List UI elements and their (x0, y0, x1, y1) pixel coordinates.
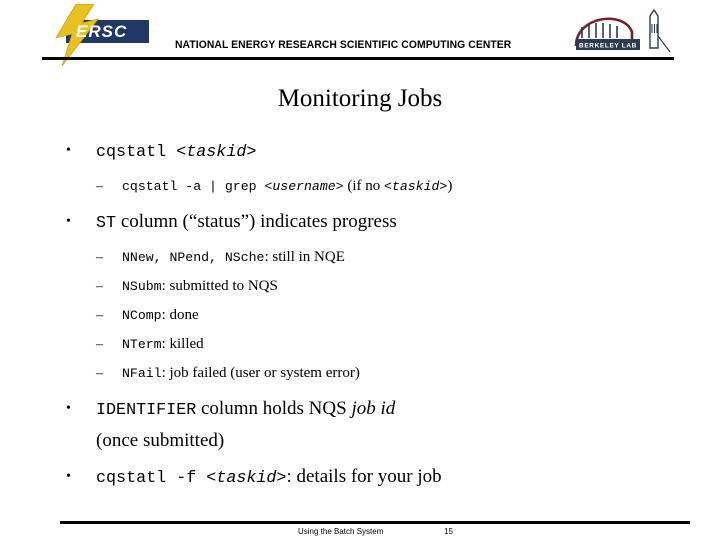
bullet-text-run: <taskid> (384, 179, 448, 194)
bullet-text-run: cqstatl -f (96, 469, 207, 488)
bullet-text-run: : killed (161, 336, 204, 352)
footer-deck-title: Using the Batch System (298, 527, 384, 536)
bullet-marker-dash: – (96, 179, 103, 194)
organization-title: NATIONAL ENERGY RESEARCH SCIENTIFIC COMP… (175, 39, 512, 51)
bullet-marker-dot: • (66, 143, 71, 158)
bullet-text-run: <username> (264, 179, 344, 194)
bullet-item-level-2: – NComp: done (0, 304, 720, 327)
slide-header: ERSC BERKELEY LAB NATIONAL ENERGY RESEAR… (0, 0, 720, 66)
bullet-text-run: NNew, NPend, NSche (122, 250, 265, 265)
bullet-text-run: <taskid> (176, 143, 257, 162)
footer-page-number: 15 (444, 527, 453, 536)
bullet-marker-dash: – (96, 279, 103, 294)
bullet-text-run: <taskid> (206, 469, 287, 488)
bullet-item-level-2: – NFail: job failed (user or system error… (0, 362, 720, 385)
bullet-text-run: (once submitted) (96, 430, 225, 451)
bullet-marker-dot: • (66, 469, 71, 484)
page-title: Monitoring Jobs (277, 85, 443, 112)
bullet-marker-dot: • (66, 401, 71, 416)
bullet-text-run: NFail (122, 366, 162, 381)
bullet-item-level-1: • cqstatl -f <taskid>: details for your … (0, 464, 720, 492)
bullet-item-level-1: • IDENTIFIER column holds NQS job id (0, 396, 720, 424)
footer-divider (60, 521, 690, 524)
bullet-text-run: cqstatl -a | grep (122, 179, 265, 194)
bullet-text-run: NComp (122, 308, 162, 323)
svg-text:BERKELEY LAB: BERKELEY LAB (579, 42, 637, 49)
bullet-text-run: IDENTIFIER (96, 401, 197, 420)
slide-body: • cqstatl <taskid> – cqstatl -a | grep <use… (0, 138, 720, 492)
bullet-text-run: (if no (343, 178, 385, 194)
bullet-text-run: column holds NQS (196, 398, 352, 419)
bullet-item-level-2: – NTerm: killed (0, 333, 720, 356)
bullet-text-run: NSubm (122, 279, 162, 294)
bullet-text-run: ) (447, 178, 453, 194)
bullet-item-level-2: – NSubm: submitted to NQS (0, 275, 720, 298)
bullet-marker-dash: – (96, 366, 103, 381)
bullet-text-run: job id (351, 398, 396, 419)
berkeley-lab-dome-icon: BERKELEY LAB (574, 8, 671, 53)
bullet-text-run: : submitted to NQS (161, 278, 278, 294)
bullet-item-level-2: – NNew, NPend, NSche: still in NQE (0, 246, 720, 269)
bullet-continuation-line: (once submitted) (0, 428, 720, 454)
header-divider (42, 57, 674, 60)
bullet-marker-dash: – (96, 337, 103, 352)
bullet-item-level-1: • cqstatl <taskid> (0, 138, 720, 166)
bullet-marker-dash: – (96, 308, 103, 323)
nersc-logo-text: ERSC (76, 22, 128, 41)
bullet-text-run: cqstatl (96, 143, 177, 162)
bullet-text-run: : done (161, 307, 199, 323)
bullet-text-run: ST (96, 214, 117, 233)
bullet-item-level-2: – cqstatl -a | grep <username> (if no <ta… (0, 175, 720, 198)
bullet-text-run: : details for your job (286, 466, 442, 487)
bullet-item-level-1: • ST column (“status”) indicates progress (0, 209, 720, 237)
bullet-marker-dot: • (66, 214, 71, 229)
bullet-marker-dash: – (96, 250, 103, 265)
bullet-text-run: NTerm (122, 337, 162, 352)
bullet-text-run: : job failed (user or system error) (161, 365, 360, 381)
bullet-text-run: column (“status”) indicates progress (116, 211, 397, 232)
bullet-text-run: : still in NQE (264, 249, 345, 265)
